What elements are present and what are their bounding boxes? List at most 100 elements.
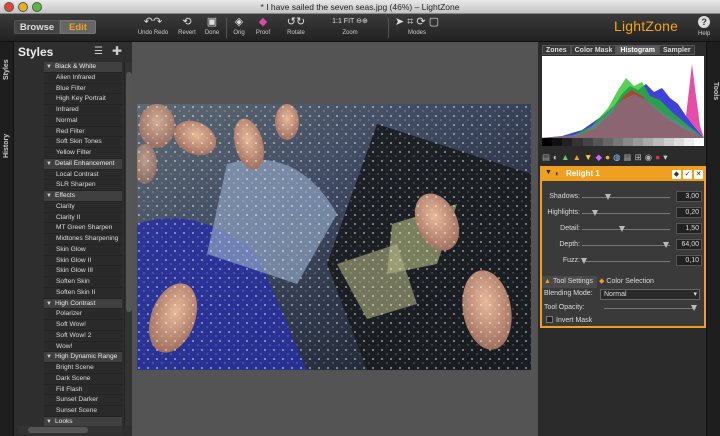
slider-track[interactable]: [582, 226, 670, 232]
tool-menu-icon[interactable]: ▾: [663, 152, 667, 163]
slider-track[interactable]: [580, 258, 670, 264]
style-item[interactable]: Sunset Scene: [44, 406, 122, 417]
slider-thumb[interactable]: [580, 258, 587, 264]
style-item[interactable]: High Key Portrait: [44, 94, 122, 105]
style-item[interactable]: Soften Skin II: [44, 288, 122, 299]
style-item[interactable]: Clarity: [44, 202, 122, 213]
slider-thumb[interactable]: [662, 242, 669, 248]
tab-histogram[interactable]: Histogram: [616, 45, 659, 55]
style-item[interactable]: Wow!: [44, 342, 122, 353]
red-eye-icon[interactable]: ●: [655, 152, 660, 162]
spot-icon[interactable]: ◉: [645, 152, 652, 163]
style-item[interactable]: Blue Filter: [44, 84, 122, 95]
style-item[interactable]: Polarizer: [44, 309, 122, 320]
relight-header[interactable]: ▼ ◐ Relight 1 ◆ ✓ ✕: [542, 168, 704, 181]
style-item[interactable]: Red Filter: [44, 127, 122, 138]
hue-saturation-icon[interactable]: ▲: [573, 152, 581, 162]
checkbox[interactable]: [546, 316, 553, 323]
add-style-icon[interactable]: ✚: [112, 44, 122, 58]
zoom-fit-button[interactable]: FIT: [344, 18, 354, 25]
style-item[interactable]: Infrared: [44, 105, 122, 116]
white-balance-icon[interactable]: ◆: [595, 152, 602, 163]
undo-redo-button[interactable]: ↶↷ Undo Redo: [136, 15, 170, 37]
style-item[interactable]: Skin Glow II: [44, 256, 122, 267]
style-item[interactable]: Soft Wow! 2: [44, 331, 122, 342]
arrow-mode-icon[interactable]: ➤: [395, 16, 404, 28]
slider-value-field[interactable]: 0,20: [676, 207, 702, 218]
color-balance-icon[interactable]: ▼: [584, 152, 592, 162]
help-button[interactable]: ? Help: [698, 15, 710, 37]
slider-track[interactable]: [582, 242, 670, 248]
relight-icon[interactable]: ◐: [553, 152, 558, 162]
tab-color-selection[interactable]: ◆ Color Selection: [597, 276, 658, 288]
zone-mapper-icon[interactable]: ▤: [542, 152, 550, 163]
list-view-icon[interactable]: ☰: [94, 46, 103, 57]
style-item[interactable]: Bright Scene: [44, 363, 122, 374]
tab-history[interactable]: History: [0, 134, 14, 202]
style-item[interactable]: Local Contrast: [44, 170, 122, 181]
style-item[interactable]: SLR Sharpen: [44, 180, 122, 191]
collapse-triangle-icon[interactable]: ▼: [545, 169, 552, 176]
proof-button[interactable]: ◆ Proof: [253, 15, 273, 37]
style-item[interactable]: Soft Wow!: [44, 320, 122, 331]
image-canvas[interactable]: [132, 42, 538, 436]
expand-triangle-icon[interactable]: ▼: [46, 62, 55, 72]
invert-mask-checkbox[interactable]: Invert Mask: [546, 316, 592, 324]
scrollbar-thumb[interactable]: [28, 427, 88, 433]
style-item[interactable]: Soften Skin: [44, 277, 122, 288]
style-item[interactable]: MT Green Sharpen: [44, 223, 122, 234]
style-category[interactable]: ▼ Detail Enhancement: [44, 158, 122, 170]
tool-enable-checkbox[interactable]: ✓: [683, 170, 692, 179]
browse-mode-button[interactable]: Browse: [14, 20, 60, 34]
style-category[interactable]: ▼ Looks: [44, 416, 122, 426]
orig-button[interactable]: ◈ Orig: [229, 15, 249, 37]
style-item[interactable]: Sunset Darker: [44, 395, 122, 406]
tool-close-icon[interactable]: ✕: [694, 170, 703, 179]
style-item[interactable]: Skin Glow: [44, 245, 122, 256]
zoom-1to1-button[interactable]: 1:1: [332, 18, 342, 25]
clone-icon[interactable]: ⊞: [635, 152, 642, 163]
slider-value-field[interactable]: 64,00: [676, 239, 702, 250]
style-item[interactable]: Clarity II: [44, 213, 122, 224]
styles-horizontal-scrollbar[interactable]: [18, 426, 122, 434]
zoom-in-icon[interactable]: ⊕: [362, 18, 368, 25]
expand-triangle-icon[interactable]: ▼: [46, 299, 55, 309]
sharpen-icon[interactable]: ▲: [561, 152, 569, 162]
style-category[interactable]: ▼ Black & White: [44, 62, 122, 73]
tool-opacity-thumb[interactable]: [691, 305, 697, 311]
rotate-button[interactable]: ↺↻ Rotate: [283, 15, 309, 37]
tool-info-icon[interactable]: ◆: [672, 170, 681, 179]
style-category[interactable]: ▼ High Dynamic Range: [44, 352, 122, 363]
styles-vertical-scrollbar[interactable]: [124, 62, 132, 426]
style-item[interactable]: Dark Scene: [44, 374, 122, 385]
style-item[interactable]: Skin Glow III: [44, 266, 122, 277]
revert-button[interactable]: ⟲ Revert: [176, 15, 198, 37]
style-item[interactable]: Midtones Sharpening: [44, 234, 122, 245]
tab-zones[interactable]: Zones: [542, 45, 571, 55]
tab-sampler[interactable]: Sampler: [658, 45, 695, 55]
expand-triangle-icon[interactable]: ▼: [46, 191, 55, 201]
style-item[interactable]: Yellow Filter: [44, 148, 122, 159]
slider-value-field[interactable]: 1,50: [676, 223, 702, 234]
expand-triangle-icon[interactable]: ▼: [46, 159, 55, 169]
slider-thumb[interactable]: [592, 210, 599, 216]
blur-icon[interactable]: ◍: [613, 152, 620, 163]
slider-thumb[interactable]: [618, 226, 625, 232]
style-category[interactable]: ▼ High Contrast: [44, 298, 122, 310]
slider-track[interactable]: [582, 194, 670, 200]
style-category[interactable]: ▼ Effects: [44, 191, 122, 202]
slider-track[interactable]: [582, 210, 670, 216]
style-item[interactable]: Fill Flash: [44, 385, 122, 396]
slider-value-field[interactable]: 3,00: [676, 191, 702, 202]
tab-color-mask[interactable]: Color Mask: [570, 45, 617, 55]
region-mode-icon[interactable]: ▢: [429, 16, 439, 28]
black-white-icon[interactable]: ●: [605, 152, 610, 162]
tab-styles[interactable]: Styles: [0, 59, 14, 120]
done-button[interactable]: ▣ Done: [202, 15, 222, 37]
expand-triangle-icon[interactable]: ▼: [46, 352, 55, 362]
expand-triangle-icon[interactable]: ▼: [46, 417, 55, 426]
style-item[interactable]: Alien Infrared: [44, 73, 122, 84]
slider-thumb[interactable]: [605, 194, 612, 200]
tab-tool-settings[interactable]: ▲ Tool Settings: [542, 276, 598, 288]
style-item[interactable]: Normal: [44, 116, 122, 127]
